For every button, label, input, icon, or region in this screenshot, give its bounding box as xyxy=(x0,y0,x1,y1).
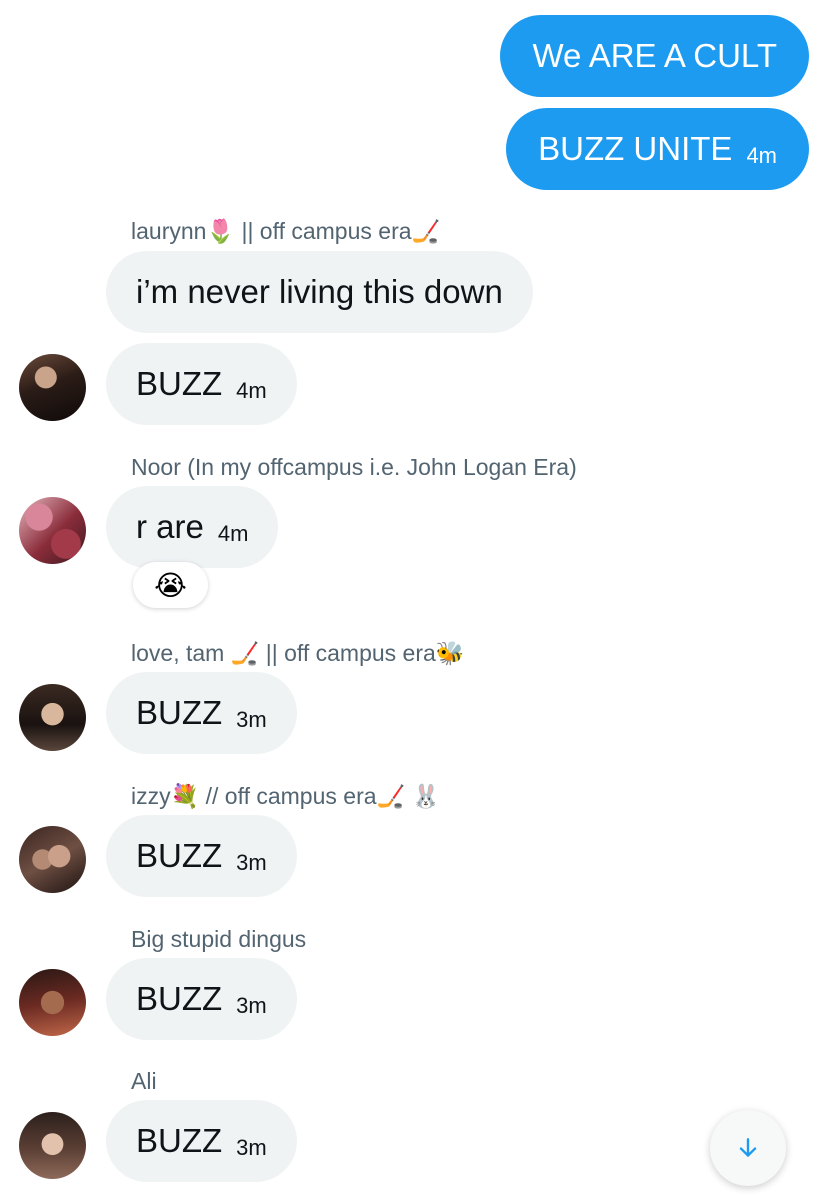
message-text: BUZZ xyxy=(136,980,223,1017)
message-text: BUZZ xyxy=(136,365,223,402)
avatar[interactable] xyxy=(19,684,86,751)
sender-name: Big stupid dingus xyxy=(131,926,307,952)
sender-name: Ali xyxy=(131,1068,157,1094)
message-text: We ARE A CULT xyxy=(532,37,777,74)
incoming-message-bubble[interactable]: BUZZ 4m xyxy=(106,343,297,425)
scroll-to-bottom-button[interactable] xyxy=(710,1110,786,1186)
reaction-emoji: 😭 xyxy=(154,569,187,601)
message-timestamp: 4m xyxy=(236,378,267,403)
incoming-message-bubble[interactable]: BUZZ 3m xyxy=(106,1100,297,1182)
message-text: i’m never living this down xyxy=(136,273,503,310)
incoming-message-bubble[interactable]: r are 4m xyxy=(106,486,279,568)
incoming-message-bubble[interactable]: BUZZ 3m xyxy=(106,815,297,897)
message-text: BUZZ UNITE xyxy=(538,130,733,167)
outgoing-message-bubble[interactable]: We ARE A CULT xyxy=(500,15,809,97)
message-timestamp: 3m xyxy=(236,993,267,1018)
incoming-message-bubble[interactable]: BUZZ 3m xyxy=(106,672,297,754)
sender-name: laurynn🌷 || off campus era🏒 xyxy=(131,218,441,244)
sender-name: love, tam 🏒 || off campus era🐝 xyxy=(131,640,465,666)
message-text: BUZZ xyxy=(136,837,223,874)
message-text: r are xyxy=(136,508,204,545)
message-timestamp: 3m xyxy=(236,707,267,732)
avatar[interactable] xyxy=(19,826,86,893)
avatar[interactable] xyxy=(19,969,86,1036)
message-timestamp: 4m xyxy=(217,521,249,546)
message-text: BUZZ xyxy=(136,1122,223,1159)
message-timestamp: 3m xyxy=(236,850,267,875)
incoming-message-bubble[interactable]: BUZZ 3m xyxy=(106,958,297,1040)
avatar[interactable] xyxy=(19,497,86,564)
message-timestamp: 4m xyxy=(746,143,777,168)
incoming-message-bubble[interactable]: i’m never living this down xyxy=(106,251,533,333)
avatar[interactable] xyxy=(19,354,86,421)
sender-name: izzy💐 // off campus era🏒 🐰 xyxy=(131,783,441,809)
avatar[interactable] xyxy=(19,1112,86,1179)
message-text: BUZZ xyxy=(136,694,223,731)
outgoing-message-bubble[interactable]: BUZZ UNITE 4m xyxy=(506,108,809,190)
reaction-badge[interactable]: 😭 xyxy=(133,562,208,608)
sender-name: Noor (In my offcampus i.e. John Logan Er… xyxy=(131,454,577,480)
message-timestamp: 3m xyxy=(236,1135,267,1160)
arrow-down-icon xyxy=(739,1138,757,1157)
